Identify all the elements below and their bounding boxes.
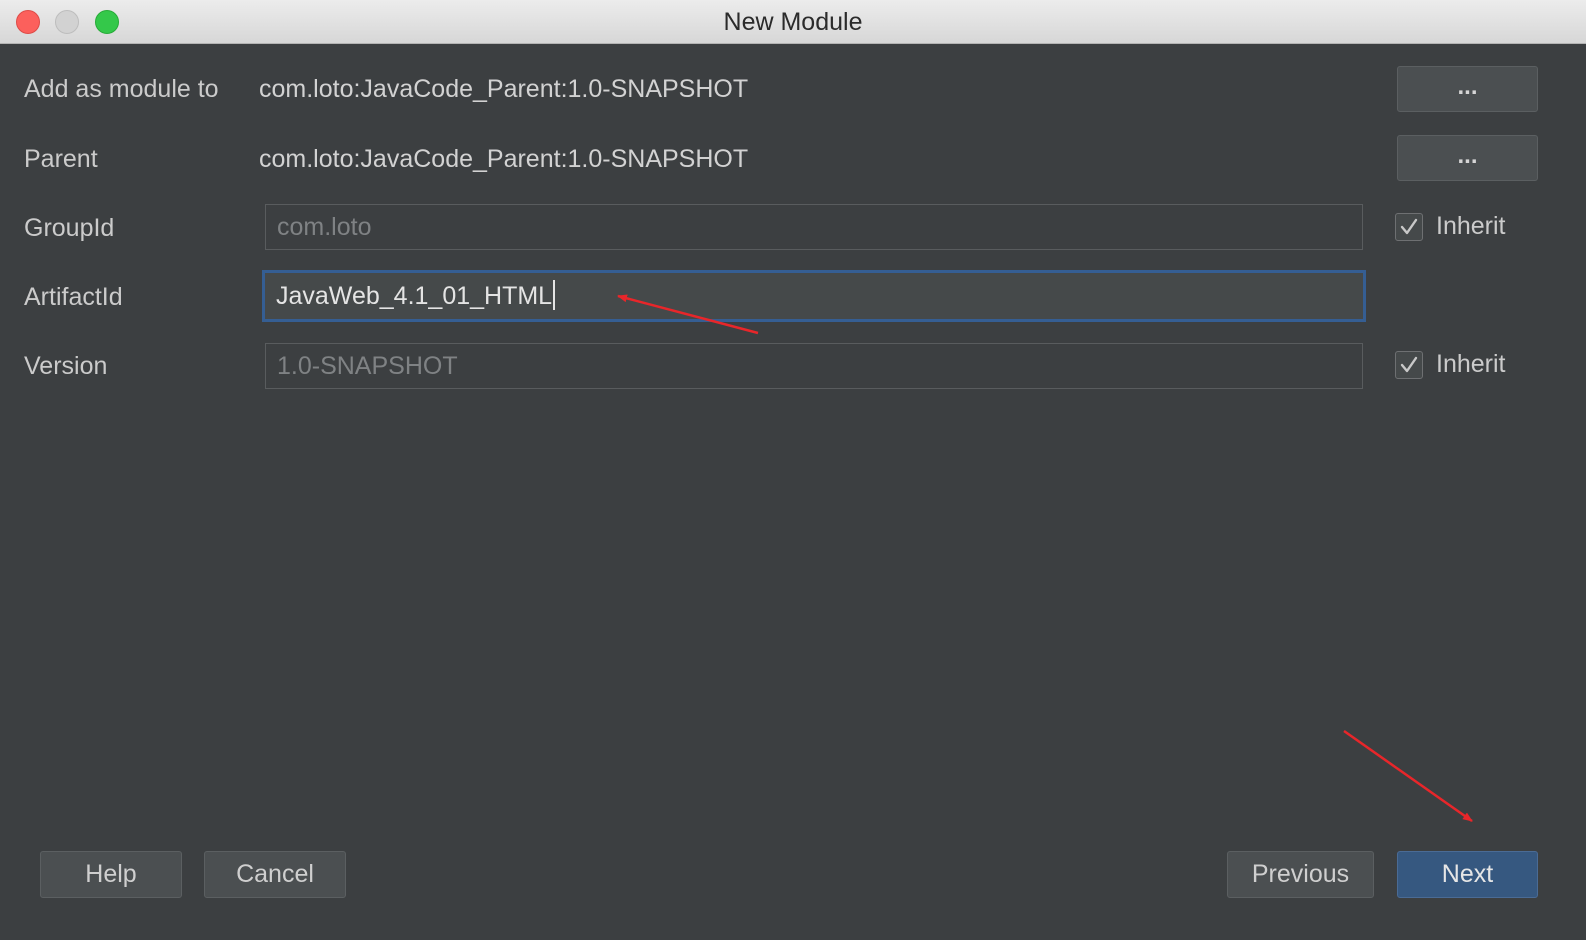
group-id-inherit-label[interactable]: Inherit [1436,212,1505,241]
cancel-button[interactable]: Cancel [204,851,346,898]
group-id-inherit-checkbox[interactable] [1395,213,1423,241]
group-id-field[interactable]: com.loto [265,204,1363,250]
version-field[interactable]: 1.0-SNAPSHOT [265,343,1363,389]
parent-label: Parent [24,145,98,173]
next-button[interactable]: Next [1397,851,1538,898]
help-button[interactable]: Help [40,851,182,898]
title-bar: New Module [0,0,1586,44]
new-module-dialog: New Module Add as module to com.loto:Jav… [0,0,1586,940]
previous-button[interactable]: Previous [1227,851,1374,898]
window-title: New Module [723,8,863,36]
parent-value: com.loto:JavaCode_Parent:1.0-SNAPSHOT [259,145,749,173]
version-inherit-label[interactable]: Inherit [1436,350,1505,379]
artifact-id-label: ArtifactId [24,283,123,311]
version-label: Version [24,352,108,380]
add-as-module-browse-button[interactable]: ... [1397,66,1538,112]
annotation-arrow-icon [617,294,1473,823]
artifact-id-value: JavaWeb_4.1_01_HTML [276,282,553,310]
add-as-module-value: com.loto:JavaCode_Parent:1.0-SNAPSHOT [259,75,749,103]
version-inherit-checkbox[interactable] [1395,351,1423,379]
check-icon [1400,218,1418,235]
parent-browse-button[interactable]: ... [1397,135,1538,181]
text-caret [553,280,556,310]
add-as-module-label: Add as module to [24,75,219,103]
artifact-id-field[interactable]: JavaWeb_4.1_01_HTML [262,270,1366,322]
check-icon [1400,356,1418,373]
group-id-label: GroupId [24,214,115,242]
